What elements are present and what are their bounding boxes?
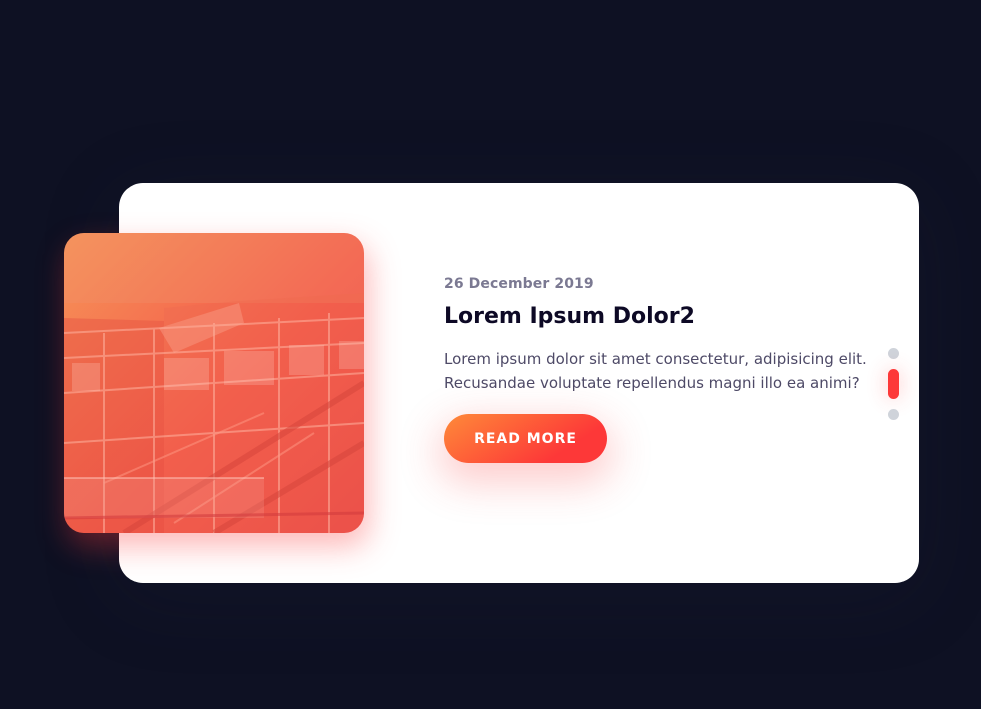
slider-pagination: [887, 348, 899, 420]
pagination-bullet-1[interactable]: [887, 348, 899, 359]
building-photo-icon: [64, 233, 364, 533]
post-image: [64, 233, 364, 533]
post-excerpt-line-1: Lorem ipsum dolor sit amet consectetur, …: [444, 350, 867, 368]
pagination-bullet-2-active[interactable]: [887, 369, 899, 399]
read-more-button[interactable]: READ MORE: [444, 414, 607, 463]
pagination-bullet-3[interactable]: [887, 409, 899, 420]
post-excerpt: Lorem ipsum dolor sit amet consectetur, …: [444, 347, 874, 395]
post-date: 26 December 2019: [444, 276, 594, 292]
post-excerpt-line-2: Recusandae voluptate repellendus magni i…: [444, 374, 860, 392]
post-title[interactable]: Lorem Ipsum Dolor2: [444, 304, 874, 329]
slider-stage: 26 December 2019 Lorem Ipsum Dolor2 Lore…: [0, 0, 981, 709]
slide-content: 26 December 2019 Lorem Ipsum Dolor2 Lore…: [444, 276, 874, 463]
